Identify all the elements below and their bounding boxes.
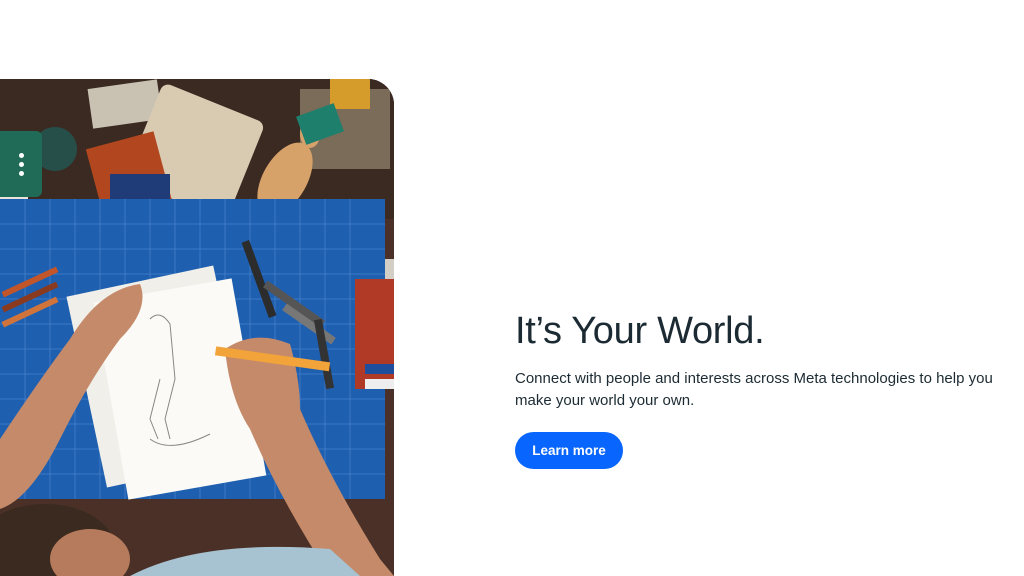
- menu-dots-icon[interactable]: [0, 131, 42, 197]
- menu-dot: [18, 161, 24, 167]
- hero-description: Connect with people and interests across…: [515, 370, 993, 409]
- page: It’s Your World. Connect with people and…: [0, 0, 1024, 576]
- learn-more-button[interactable]: Learn more: [515, 432, 623, 469]
- hero-title: It’s Your World.: [515, 310, 765, 352]
- menu-dot: [18, 170, 24, 176]
- hero-content: It’s Your World. Connect with people and…: [515, 308, 1015, 469]
- hero-illustration: [0, 79, 394, 576]
- hero-image: [0, 79, 394, 576]
- menu-dot: [18, 152, 24, 158]
